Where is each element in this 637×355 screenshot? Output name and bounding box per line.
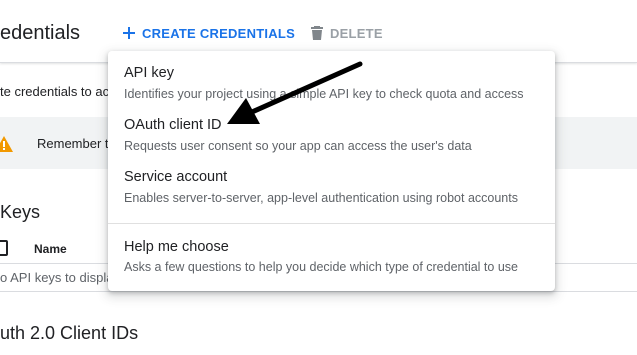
menu-item-label: Help me choose <box>124 239 229 255</box>
oauth-clients-heading: uth 2.0 Client IDs <box>0 323 139 343</box>
name-column-header[interactable]: Name <box>34 242 67 256</box>
menu-item-api-key[interactable]: API key Identifies your project using a … <box>108 51 555 101</box>
menu-item-help-me-choose[interactable]: Help me choose Asks a few questions to h… <box>108 224 555 274</box>
plus-icon <box>120 24 138 42</box>
credentials-page: edentials CREATE CREDENTIALS DELETE te c… <box>0 0 637 355</box>
trash-icon <box>308 24 326 42</box>
banner-text: Remember t <box>37 136 109 151</box>
delete-label: DELETE <box>330 25 383 41</box>
warning-icon <box>0 136 13 152</box>
menu-item-description: Enables server-to-server, app-level auth… <box>124 191 518 205</box>
menu-item-description: Asks a few questions to help you decide … <box>124 260 518 274</box>
table-divider <box>0 291 637 292</box>
intro-text: te credentials to acc <box>0 84 116 99</box>
menu-item-label: API key <box>124 65 174 81</box>
delete-button[interactable]: DELETE <box>308 24 383 42</box>
create-credentials-label: CREATE CREDENTIALS <box>142 25 296 41</box>
page-title: edentials <box>0 22 81 44</box>
menu-item-description: Requests user consent so your app can ac… <box>124 139 472 153</box>
select-all-checkbox[interactable] <box>0 240 8 256</box>
api-keys-heading: Keys <box>0 202 41 222</box>
menu-item-service-account[interactable]: Service account Enables server-to-server… <box>108 155 555 205</box>
create-credentials-button[interactable]: CREATE CREDENTIALS <box>120 24 295 42</box>
menu-item-label: Service account <box>124 169 228 185</box>
menu-item-label: OAuth client ID <box>124 117 222 133</box>
menu-item-description: Identifies your project using a simple A… <box>124 87 524 101</box>
menu-item-oauth-client-id[interactable]: OAuth client ID Requests user consent so… <box>108 103 555 153</box>
create-credentials-menu: API key Identifies your project using a … <box>108 51 555 291</box>
empty-table-text: o API keys to displa <box>0 270 114 285</box>
